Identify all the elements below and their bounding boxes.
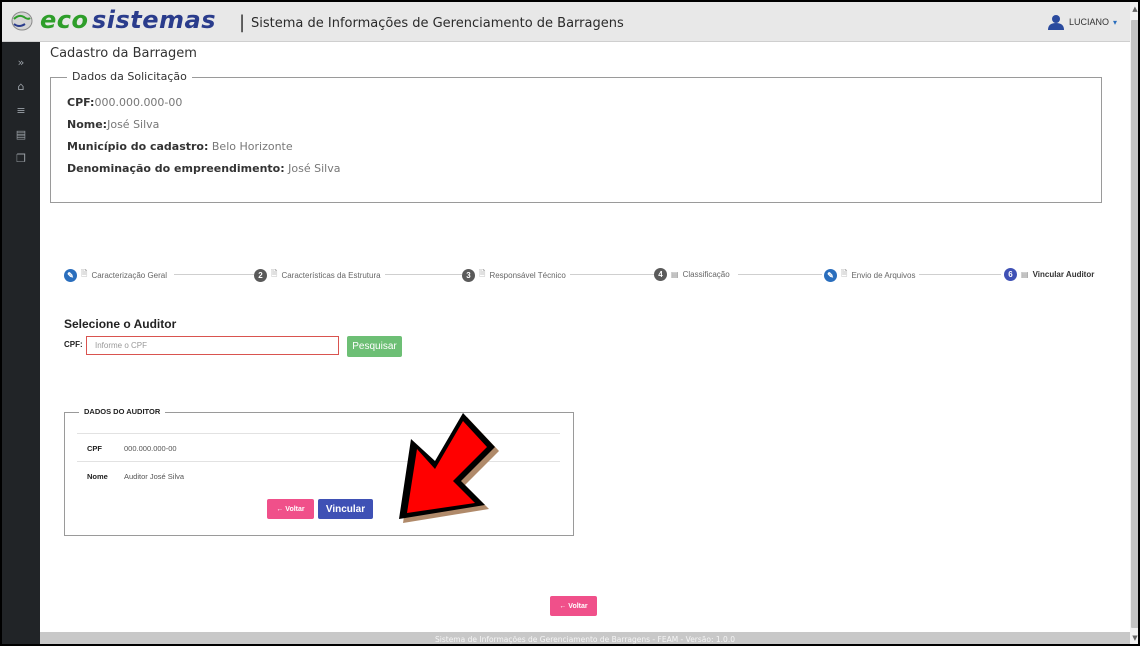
copy-icon[interactable]: ❐	[2, 152, 40, 165]
link-auditor-button[interactable]: Vincular	[318, 499, 373, 519]
step-caracterizacao-geral[interactable]: ✎ 🗎 Caracterização Geral	[64, 268, 172, 282]
app-window: eco sistemas | Sistema de Informações de…	[0, 0, 1140, 646]
municipio-value: Belo Horizonte	[208, 140, 293, 153]
step-responsavel-tecnico[interactable]: 3 🗎 Responsável Técnico	[462, 268, 570, 282]
step-caracteristicas-estrutura[interactable]: 2 🗎 Características da Estrutura	[254, 268, 385, 282]
cpf-line: CPF:000.000.000-00	[67, 96, 182, 109]
user-name: LUCIANO	[1069, 17, 1110, 27]
step-number: 3	[462, 268, 475, 282]
search-button[interactable]: Pesquisar	[347, 336, 402, 357]
top-header: eco sistemas | Sistema de Informações de…	[2, 2, 1130, 42]
nome-line: Nome:José Silva	[67, 118, 159, 131]
back-button[interactable]: ← Voltar	[267, 499, 314, 519]
brand-separator: |	[239, 12, 246, 33]
select-auditor-title: Selecione o Auditor	[64, 317, 177, 331]
wizard-stepper: ✎ 🗎 Caracterização Geral 2 🗎 Característ…	[64, 268, 1099, 282]
auditor-cpf-value: 000.000.000-00	[124, 444, 177, 453]
denominacao-line: Denominação do empreendimento: José Silv…	[67, 162, 340, 175]
sidebar: » ⌂ ≡ ▤ ❐	[2, 42, 40, 644]
scroll-up-icon[interactable]: ▲	[1130, 5, 1138, 13]
step-vincular-auditor[interactable]: 6 ▤ Vincular Auditor	[1004, 268, 1099, 281]
step-connector	[377, 274, 465, 275]
id-card-icon[interactable]: ▤	[2, 128, 40, 141]
solicitacao-fieldset: Dados da Solicitação CPF:000.000.000-00 …	[50, 70, 1102, 203]
nome-label: Nome:	[67, 118, 108, 131]
cpf-search-input[interactable]	[86, 336, 339, 355]
scroll-thumb[interactable]	[1131, 20, 1138, 628]
step-connector	[917, 274, 1001, 275]
id-card-icon: ▤	[671, 270, 679, 279]
step-connector	[174, 274, 260, 275]
document-icon: 🗎	[271, 269, 278, 278]
nome-value: José Silva	[107, 118, 160, 131]
municipio-label: Município do cadastro:	[67, 140, 209, 153]
brand-eco-text: eco	[40, 6, 89, 34]
caret-down-icon: ▾	[1113, 17, 1118, 27]
step-label: Classificação	[682, 270, 730, 279]
cpf-label: CPF:	[67, 96, 95, 109]
step-connector	[738, 274, 822, 275]
auditor-nome-value: Auditor José Silva	[124, 472, 185, 481]
document-icon: 🗎	[841, 269, 848, 278]
auditor-nome-label: Nome	[87, 472, 108, 481]
home-icon[interactable]: ⌂	[2, 80, 40, 93]
municipio-line: Município do cadastro: Belo Horizonte	[67, 140, 293, 153]
step-connector	[570, 274, 656, 275]
user-icon	[1048, 15, 1064, 30]
step-label: Responsável Técnico	[489, 270, 566, 280]
step-classificacao[interactable]: 4 ▤ Classificação	[654, 268, 734, 281]
vertical-scrollbar[interactable]: ▲ ▼	[1130, 2, 1138, 644]
step-number: 2	[254, 268, 267, 282]
step-label: Envio de Arquivos	[851, 270, 916, 280]
expand-icon[interactable]: »	[2, 56, 40, 69]
step-label: Características da Estrutura	[281, 270, 381, 280]
step-number: 6	[1004, 268, 1017, 281]
brand-sistemas-text: sistemas	[92, 6, 217, 34]
denominacao-label: Denominação do empreendimento:	[67, 162, 285, 175]
document-icon: 🗎	[81, 269, 88, 278]
auditor-data-legend: DADOS DO AUDITOR	[79, 407, 166, 416]
pencil-icon: ✎	[824, 268, 837, 282]
auditor-cpf-label: CPF	[87, 444, 102, 453]
bottom-back-button[interactable]: ← Voltar	[550, 596, 597, 616]
solicitacao-legend: Dados da Solicitação	[67, 70, 192, 83]
pencil-icon: ✎	[64, 268, 77, 282]
scroll-down-icon[interactable]: ▼	[1130, 634, 1138, 642]
logo-icon	[11, 11, 33, 31]
id-card-icon: ▤	[1021, 270, 1029, 279]
menu-icon[interactable]: ≡	[2, 104, 40, 117]
red-arrow-annotation	[399, 413, 499, 523]
document-icon: 🗎	[479, 269, 486, 278]
step-label: Vincular Auditor	[1032, 270, 1095, 279]
app-title: Sistema de Informações de Gerenciamento …	[251, 16, 624, 31]
user-menu[interactable]: LUCIANO ▾	[1047, 14, 1117, 30]
step-label: Caracterização Geral	[91, 270, 168, 280]
cpf-search-label: CPF:	[64, 340, 83, 349]
step-number: 4	[654, 268, 667, 281]
denominacao-value: José Silva	[284, 162, 341, 175]
step-envio-arquivos[interactable]: ✎ 🗎 Envio de Arquivos	[824, 268, 920, 282]
footer: Sistema de Informações de Gerenciamento …	[40, 632, 1130, 644]
page-title: Cadastro da Barragem	[50, 46, 197, 61]
cpf-value: 000.000.000-00	[94, 96, 183, 109]
